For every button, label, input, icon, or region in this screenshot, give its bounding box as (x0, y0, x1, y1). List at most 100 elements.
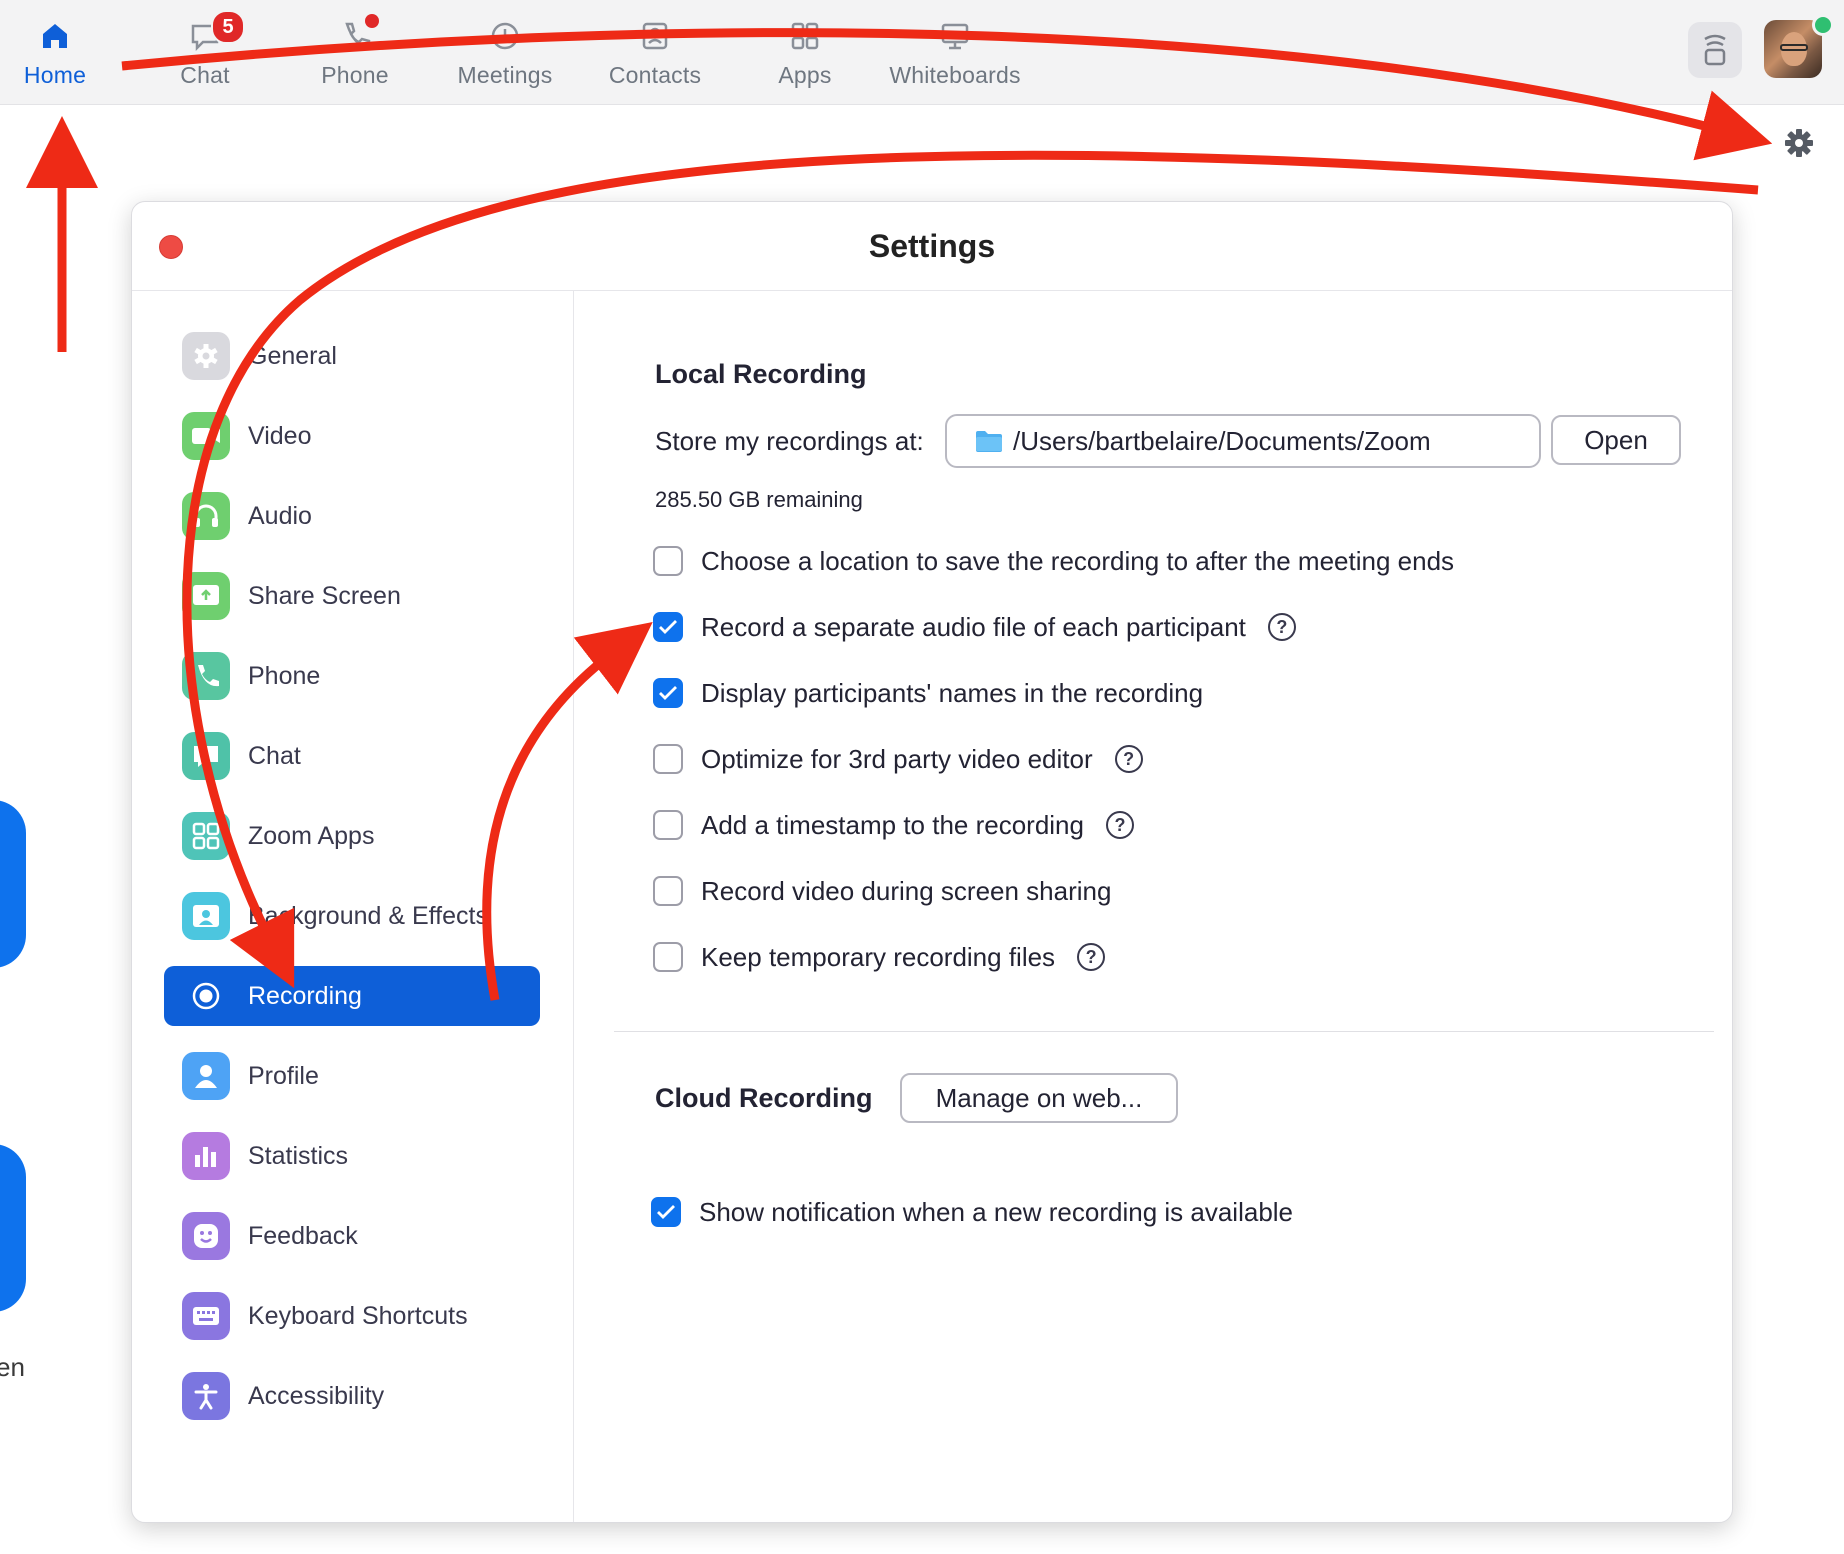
option-separate-audio[interactable]: Record a separate audio file of each par… (653, 607, 1296, 647)
record-icon (182, 972, 230, 1020)
background-blue-button (0, 800, 26, 968)
sidebar-item-zoom-apps[interactable]: Zoom Apps (164, 806, 540, 866)
nav-phone[interactable]: Phone (280, 0, 430, 104)
background-icon (182, 892, 230, 940)
background-partial-text: en (0, 1352, 25, 1382)
checkbox[interactable] (653, 546, 683, 576)
checkbox-checked[interactable] (653, 678, 683, 708)
option-optimize-3rd-party[interactable]: Optimize for 3rd party video editor ? (653, 739, 1143, 779)
option-label: Show notification when a new recording i… (699, 1196, 1294, 1227)
sidebar-item-label: Zoom Apps (248, 821, 375, 850)
store-recordings-label: Store my recordings at: (655, 426, 924, 456)
storage-remaining: 285.50 GB remaining (655, 487, 863, 512)
option-show-notification[interactable]: Show notification when a new recording i… (651, 1192, 1293, 1232)
nav-contacts[interactable]: Contacts (580, 0, 730, 104)
sidebar-item-label: Recording (248, 981, 362, 1010)
checkmark-icon (659, 620, 677, 634)
keyboard-icon (182, 1292, 230, 1340)
option-keep-temp-files[interactable]: Keep temporary recording files ? (653, 937, 1106, 977)
sidebar-item-label: Accessibility (248, 1381, 385, 1410)
sidebar-item-label: Audio (248, 501, 312, 530)
option-label: Add a timestamp to the recording (701, 809, 1084, 840)
background-blue-button (0, 1144, 26, 1312)
nav-chat-label: Chat (180, 62, 230, 88)
sidebar-item-label: Statistics (248, 1141, 349, 1170)
checkmark-icon (657, 1205, 675, 1219)
nav-contacts-label: Contacts (608, 62, 702, 88)
sidebar-item-recording[interactable]: Recording (164, 966, 540, 1026)
folder-icon (975, 430, 1003, 452)
accessibility-icon (182, 1372, 230, 1420)
feedback-icon (182, 1212, 230, 1260)
sidebar-item-label: Share Screen (248, 581, 401, 610)
sidebar-item-label: Phone (248, 661, 321, 690)
sidebar-item-accessibility[interactable]: Accessibility (164, 1366, 540, 1426)
open-folder-button[interactable]: Open (1551, 415, 1681, 465)
chat-icon: 5 (189, 10, 245, 54)
nav-whiteboards-label: Whiteboards (889, 62, 1021, 88)
sidebar-item-label: Video (248, 421, 312, 450)
share-screen-icon (182, 572, 230, 620)
nav-chat[interactable]: 5 Chat (130, 0, 280, 104)
phone-icon (182, 652, 230, 700)
sidebar-item-share-screen[interactable]: Share Screen (164, 566, 540, 626)
option-record-screen-sharing[interactable]: Record video during screen sharing (653, 871, 1111, 911)
statistics-icon (182, 1132, 230, 1180)
checkbox-checked[interactable] (651, 1197, 681, 1227)
help-icon[interactable]: ? (1077, 943, 1106, 971)
help-icon[interactable]: ? (1114, 745, 1143, 773)
nav-home[interactable]: Home (0, 0, 130, 104)
window-title: Settings (868, 228, 996, 264)
sidebar-item-general[interactable]: General (164, 326, 540, 386)
settings-window: Settings General Video Audio Share Scree… (131, 201, 1733, 1523)
sidebar-item-video[interactable]: Video (164, 406, 540, 466)
upgrade-button[interactable] (1688, 22, 1742, 78)
recording-path-value: /Users/bartbelaire/Documents/Zoom (1013, 425, 1431, 456)
sidebar-item-audio[interactable]: Audio (164, 486, 540, 546)
profile-icon (182, 1052, 230, 1100)
contacts-icon (639, 18, 671, 54)
sidebar-item-label: Keyboard Shortcuts (248, 1301, 468, 1330)
checkmark-icon (659, 686, 677, 700)
apps-icon (789, 18, 821, 54)
checkbox[interactable] (653, 942, 683, 972)
nav-whiteboards[interactable]: Whiteboards (880, 0, 1030, 104)
sidebar-item-profile[interactable]: Profile (164, 1046, 540, 1106)
nav-meetings[interactable]: Meetings (430, 0, 580, 104)
presence-status-dot (1812, 14, 1834, 36)
option-label: Display participants' names in the recor… (701, 677, 1204, 708)
headphones-icon (182, 492, 230, 540)
sidebar-item-statistics[interactable]: Statistics (164, 1126, 540, 1186)
sidebar-item-phone[interactable]: Phone (164, 646, 540, 706)
whiteboard-icon (939, 18, 971, 54)
checkbox[interactable] (653, 744, 683, 774)
sidebar-item-keyboard-shortcuts[interactable]: Keyboard Shortcuts (164, 1286, 540, 1346)
sidebar-item-label: Chat (248, 741, 301, 770)
sidebar-divider (573, 291, 574, 1522)
phone-icon (339, 14, 379, 54)
option-label: Keep temporary recording files (701, 941, 1056, 972)
chat-icon (182, 732, 230, 780)
manage-on-web-button[interactable]: Manage on web... (900, 1073, 1178, 1123)
sidebar-item-feedback[interactable]: Feedback (164, 1206, 540, 1266)
sidebar-item-label: General (248, 341, 337, 370)
gear-icon (182, 332, 230, 380)
help-icon[interactable]: ? (1267, 613, 1296, 641)
checkbox-checked[interactable] (653, 612, 683, 642)
title-divider (132, 290, 1732, 291)
upgrade-icon (1704, 34, 1726, 66)
chat-unread-badge: 5 (211, 10, 245, 44)
option-label: Record video during screen sharing (701, 875, 1112, 906)
checkbox[interactable] (653, 876, 683, 906)
sidebar-item-background-effects[interactable]: Background & Effects (164, 886, 540, 946)
nav-apps[interactable]: Apps (730, 0, 880, 104)
sidebar-item-chat[interactable]: Chat (164, 726, 540, 786)
section-divider (614, 1031, 1714, 1032)
option-timestamp[interactable]: Add a timestamp to the recording ? (653, 805, 1134, 845)
recording-path-field[interactable]: /Users/bartbelaire/Documents/Zoom (945, 414, 1541, 468)
option-display-names[interactable]: Display participants' names in the recor… (653, 673, 1203, 713)
gear-icon[interactable] (1784, 128, 1814, 158)
checkbox[interactable] (653, 810, 683, 840)
option-choose-location[interactable]: Choose a location to save the recording … (653, 541, 1454, 581)
help-icon[interactable]: ? (1105, 811, 1134, 839)
